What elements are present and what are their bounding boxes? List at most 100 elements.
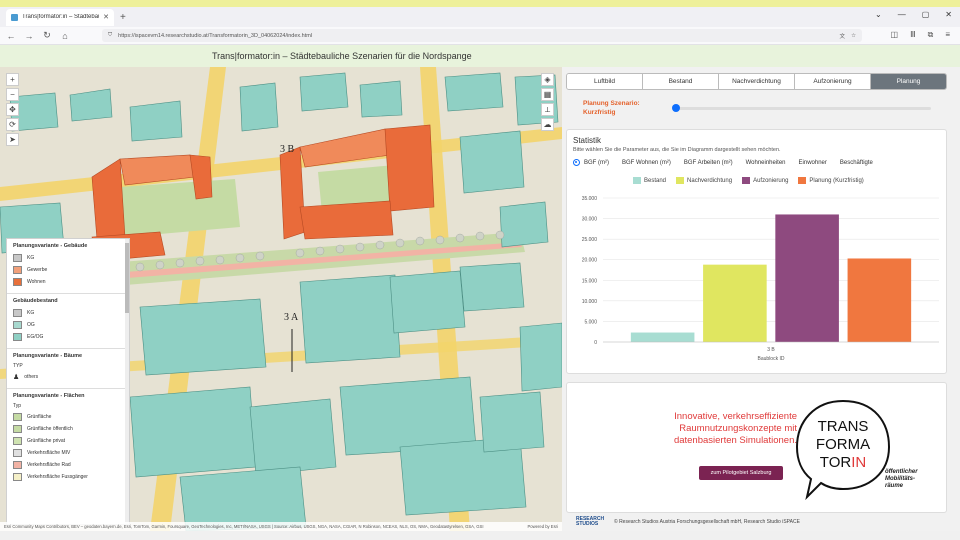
legend-item: KG xyxy=(13,308,123,317)
right-panel: Luftbild Bestand Nachverdichtung Aufzoni… xyxy=(562,67,960,531)
shield-icon: ⛉ xyxy=(108,32,113,38)
radio-beschaeftigte[interactable]: Beschäftigte xyxy=(840,160,873,166)
translate-icon[interactable]: 文 xyxy=(840,32,846,40)
basemap-icon[interactable]: ▦ xyxy=(541,88,554,101)
pan-icon[interactable]: ✥ xyxy=(6,103,19,116)
legend-heading: Planungsvariante - Flächen xyxy=(13,393,85,399)
legend-heading: Planungsvariante - Bäume xyxy=(13,353,83,359)
minimize-icon[interactable]: — xyxy=(898,10,906,19)
map-legend[interactable]: Planungsvariante - Gebäude KG Gewerbe Wo… xyxy=(6,238,130,525)
tab-nachverdichtung[interactable]: Nachverdichtung xyxy=(719,74,795,89)
promo-card: Innovative, verkehrseffiziente Raumnutzu… xyxy=(566,382,947,513)
extensions-icon[interactable]: ⧉ xyxy=(928,30,934,40)
radio-wohneinheiten[interactable]: Wohneinheiten xyxy=(746,160,786,166)
y-tick-label: 35.000 xyxy=(582,196,598,202)
radio-bgf[interactable]: BGF (m²) xyxy=(573,159,609,166)
scenario-slider-handle[interactable] xyxy=(672,104,680,112)
maximize-icon[interactable]: ▢ xyxy=(922,10,930,19)
legend-aufzonierung[interactable]: Aufzonierung xyxy=(742,177,788,184)
legend-scrollbar[interactable] xyxy=(125,239,129,524)
browser-nav-bar: ← → ↻ ⌂ ⛉ https://ispacevm14.researchstu… xyxy=(0,27,960,45)
chevron-down-icon[interactable]: ⌄ xyxy=(875,10,882,19)
y-tick-label: 25.000 xyxy=(582,237,598,243)
tab-title: Trans|formator:in – Städtebaul xyxy=(22,14,100,20)
legend-section-areas: Planungsvariante - Flächen Typ Grünfläch… xyxy=(7,389,129,488)
bar-aufzonierung[interactable] xyxy=(775,214,839,342)
block-label-3a: 3 A xyxy=(284,312,299,323)
browser-tab[interactable]: Trans|formator:in – Städtebaul ✕ xyxy=(6,8,114,26)
mode-tabs: Luftbild Bestand Nachverdichtung Aufzoni… xyxy=(566,73,947,90)
back-icon[interactable]: ← xyxy=(4,31,18,41)
logo-subtitle: öffentlicher Mobilitäts- räume xyxy=(885,469,918,489)
stats-subtitle: Bitte wählen Sie die Parameter aus, die … xyxy=(573,147,781,153)
bar-nachverdichtung[interactable] xyxy=(703,264,767,342)
footer: RESEARCH STUDIOS © Research Studios Aust… xyxy=(562,513,960,531)
bottom-bar xyxy=(0,531,960,540)
radio-bgf-arbeiten[interactable]: BGF Arbeiten (m²) xyxy=(684,160,733,166)
close-tab-icon[interactable]: ✕ xyxy=(103,13,109,21)
pocket-icon[interactable]: ◫ xyxy=(891,30,899,40)
legend-item: Verkehrsfläche Fussgänger xyxy=(13,472,123,481)
app-header: Trans|formator:in – Städtebauliche Szena… xyxy=(0,45,960,67)
legend-planung[interactable]: Planung (Kurzfristig) xyxy=(798,177,864,184)
pilot-area-button[interactable]: zum Pilotgebiet Salzburg xyxy=(699,466,783,480)
rotate-icon[interactable]: ⟳ xyxy=(6,118,19,131)
powered-by-esri[interactable]: Powered by Esri xyxy=(528,524,559,529)
map-attribution: Esri Community Maps Contributors, BEV – … xyxy=(0,522,562,531)
block-label-3b: 3 B xyxy=(280,144,295,155)
address-bar[interactable]: ⛉ https://ispacevm14.researchstudio.at/T… xyxy=(102,29,862,42)
layers-icon[interactable]: ◈ xyxy=(541,73,554,86)
transformatorin-logo: TRANS FORMA TORIN öffentlicher Mobilität… xyxy=(793,397,918,506)
tab-aufzonierung[interactable]: Aufzonierung xyxy=(795,74,871,89)
radio-einwohner[interactable]: Einwohner xyxy=(799,160,827,166)
forward-icon[interactable]: → xyxy=(22,31,36,41)
legend-item: Verkehrsfläche MIV xyxy=(13,448,123,457)
promo-text: Innovative, verkehrseffiziente Raumnutzu… xyxy=(673,411,797,446)
y-tick-label: 30.000 xyxy=(582,217,598,223)
tab-luftbild[interactable]: Luftbild xyxy=(567,74,643,89)
zoom-out-button[interactable]: − xyxy=(6,88,19,101)
legend-type-label: Typ xyxy=(13,403,22,409)
radio-bgf-wohnen[interactable]: BGF Wohnen (m²) xyxy=(622,160,671,166)
legend-item: Grünfläche öffentlich xyxy=(13,424,123,433)
menu-icon[interactable]: ≡ xyxy=(945,30,950,40)
close-window-icon[interactable]: ✕ xyxy=(945,10,952,19)
url-text: https://ispacevm14.researchstudio.at/Tra… xyxy=(118,32,313,39)
tab-planung[interactable]: Planung xyxy=(871,74,946,89)
bar-bestand[interactable] xyxy=(630,332,695,342)
legend-heading: Planungsvariante - Gebäude xyxy=(13,243,88,249)
scenario-slider-track[interactable] xyxy=(676,107,931,110)
legend-item: Wohnen xyxy=(13,277,123,286)
map-view[interactable]: 3 B 3 A + − ✥ ⟳ ➤ ◈ ▦ ⟂ ☁ Planungsvarian… xyxy=(0,67,562,531)
legend-item: Gewerbe xyxy=(13,265,123,274)
x-axis-label: Baublock ID xyxy=(758,356,785,362)
legend-type-label: TYP xyxy=(13,363,23,369)
reload-icon[interactable]: ↻ xyxy=(40,30,54,41)
new-tab-icon[interactable]: + xyxy=(120,12,126,23)
zoom-in-button[interactable]: + xyxy=(6,73,19,86)
favicon-icon xyxy=(11,13,18,21)
legend-section-planned-buildings: Planungsvariante - Gebäude KG Gewerbe Wo… xyxy=(7,239,129,294)
legend-bestand[interactable]: Bestand xyxy=(633,177,666,184)
legend-item: Grünfläche xyxy=(13,412,123,421)
legend-nachverdichtung[interactable]: Nachverdichtung xyxy=(676,177,732,184)
bar-planung-kurzfristig-[interactable] xyxy=(847,258,912,342)
compass-icon[interactable]: ➤ xyxy=(6,133,19,146)
chart-legend: Bestand Nachverdichtung Aufzonierung Pla… xyxy=(633,177,864,184)
copyright-text: © Research Studios Austria Forschungsges… xyxy=(614,519,800,525)
parameter-radio-group: BGF (m²) BGF Wohnen (m²) BGF Arbeiten (m… xyxy=(573,159,873,166)
bookmark-star-icon[interactable]: ☆ xyxy=(851,33,856,39)
tab-bestand[interactable]: Bestand xyxy=(643,74,719,89)
legend-section-existing-buildings: Gebäudebestand KG OG EG/OG xyxy=(7,294,129,349)
legend-item: OG xyxy=(13,320,123,329)
daylight-icon[interactable]: ☁ xyxy=(541,118,554,131)
app-title: Trans|formator:in – Städtebauliche Szena… xyxy=(212,51,472,61)
logo-line-3a: TOR xyxy=(820,454,852,471)
y-tick-label: 10.000 xyxy=(582,299,598,305)
library-icon[interactable]: Ⅲ xyxy=(910,30,916,40)
logo-line-3b: IN xyxy=(851,454,866,471)
home-icon[interactable]: ⌂ xyxy=(58,31,72,41)
measure-icon[interactable]: ⟂ xyxy=(541,103,554,116)
y-tick-label: 5.000 xyxy=(584,319,597,325)
y-tick-label: 0 xyxy=(594,340,597,346)
